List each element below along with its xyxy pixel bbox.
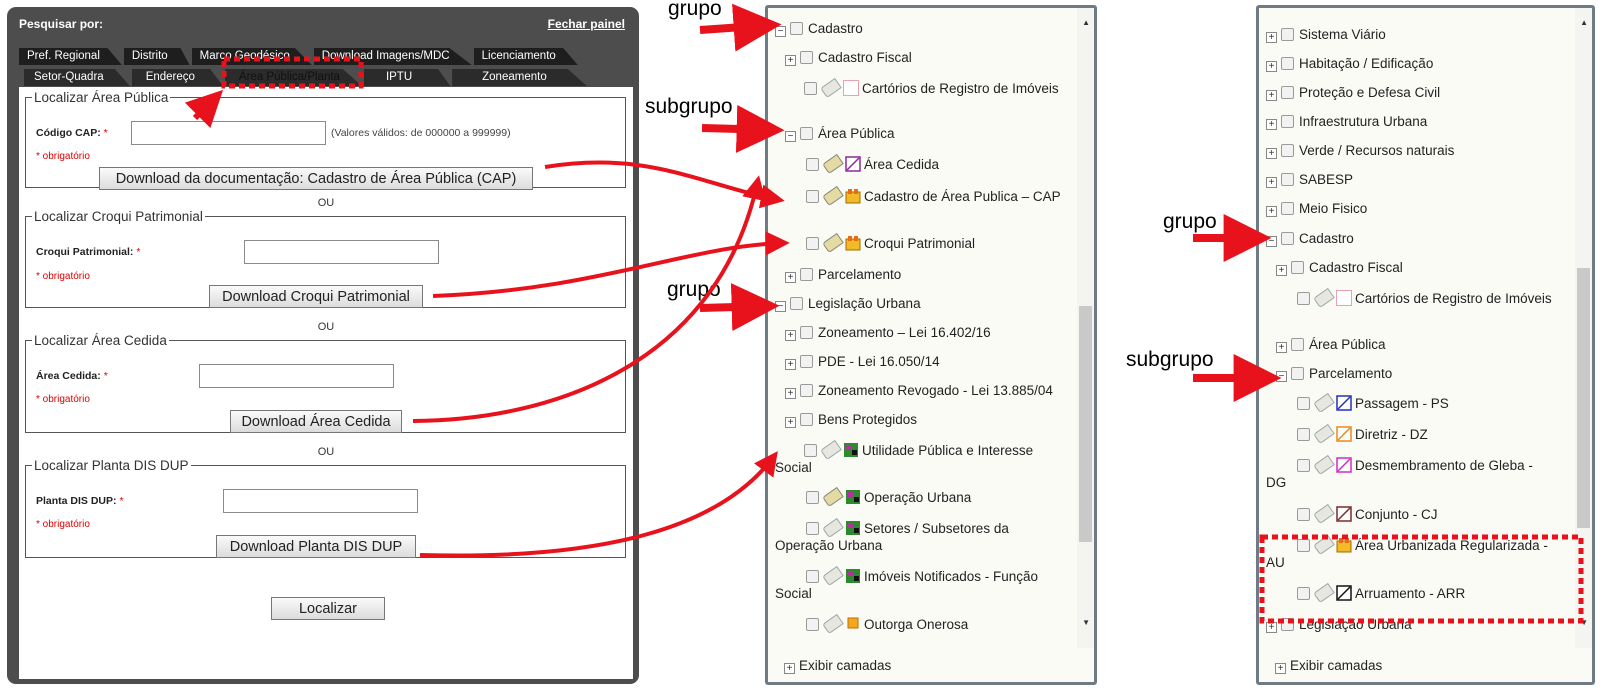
screenshot-stage: Pesquisar por: Fechar painel Pref. Regio…	[0, 0, 1610, 696]
rows-highlight	[1259, 534, 1584, 624]
active-tab-highlight	[221, 56, 364, 89]
annotation-overlay	[184, 3, 1584, 624]
